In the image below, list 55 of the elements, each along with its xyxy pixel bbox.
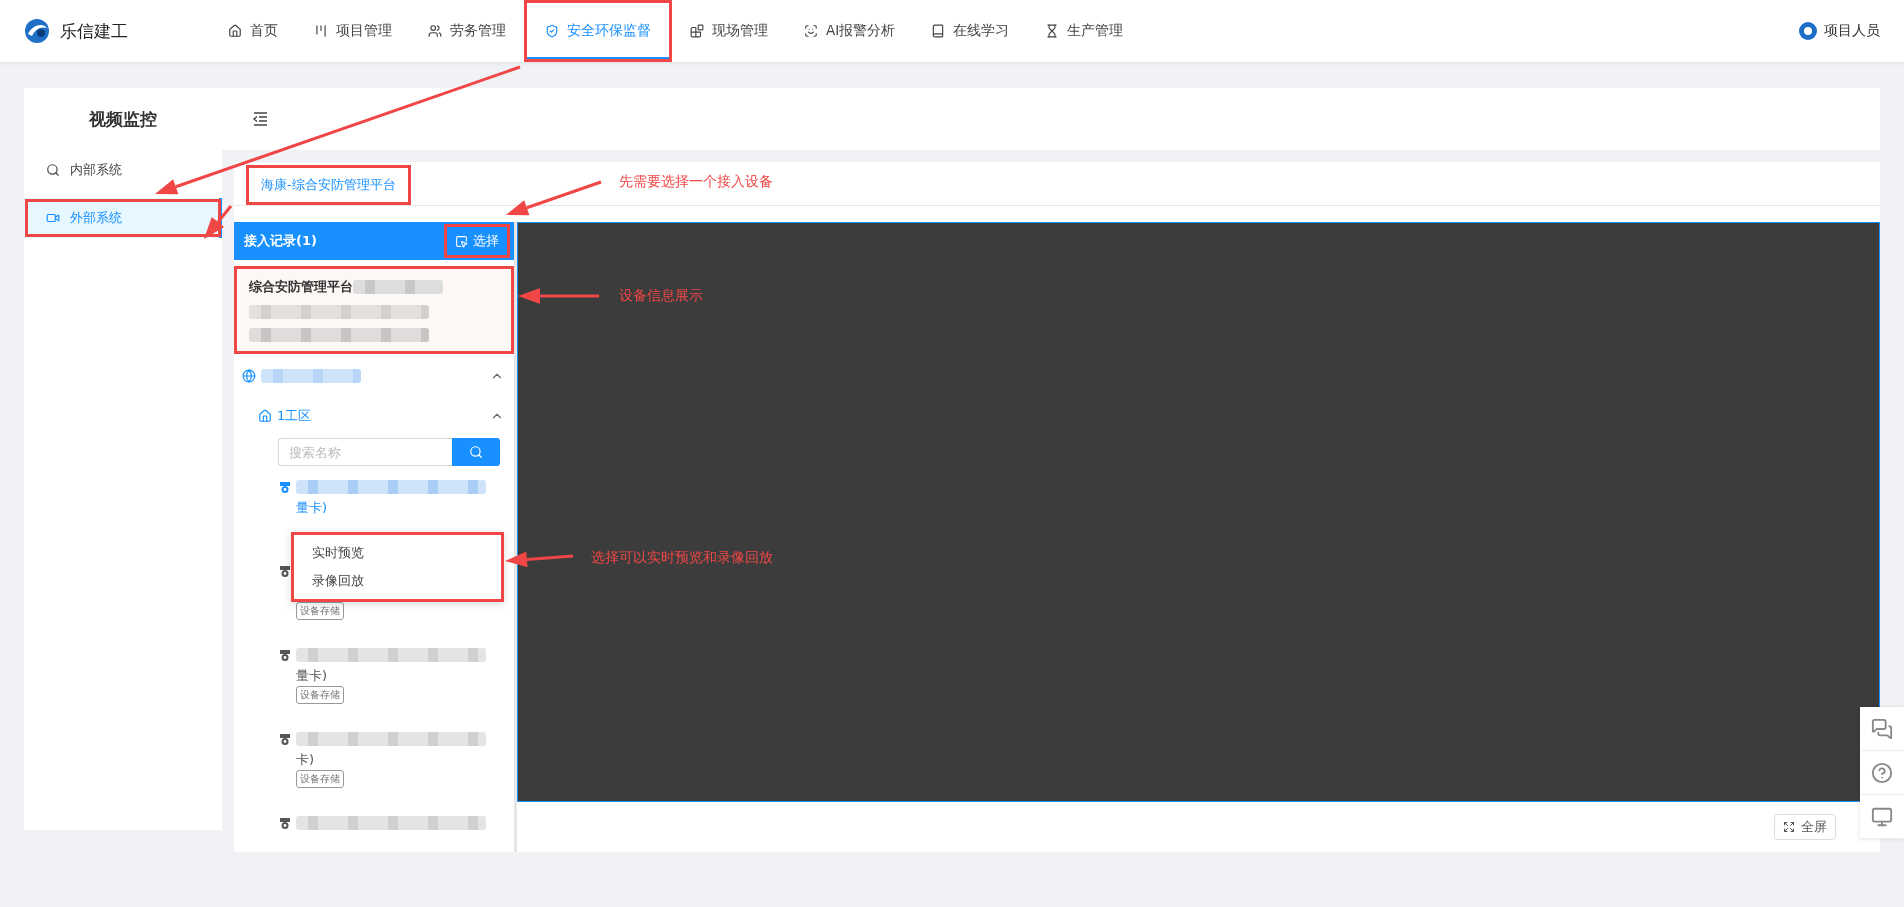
device-name: 综合安防管理平台 (249, 278, 353, 296)
menu-item[interactable]: 实时预览 (294, 539, 501, 567)
nav-icon (931, 24, 946, 38)
search-button[interactable] (452, 438, 500, 466)
monitor-button[interactable] (1860, 795, 1904, 839)
panel-title: 接入记录(1) (244, 232, 317, 250)
annotation-arrow (204, 205, 233, 239)
nav-icon (690, 24, 704, 38)
nav-tab[interactable]: 现场管理 (672, 0, 786, 62)
nav-tab[interactable]: 生产管理 (1027, 0, 1142, 62)
search-field[interactable]: 搜索名称 (278, 438, 452, 466)
nav-icon (228, 24, 242, 38)
fullscreen-button[interactable]: 全屏 (1774, 814, 1836, 840)
nav-icon (1045, 24, 1060, 38)
annotation-text: 设备信息展示 (619, 287, 703, 305)
device-name[interactable]: 量卡) (278, 666, 500, 686)
collapse-menu-icon[interactable] (252, 112, 268, 126)
search-icon (469, 445, 483, 459)
nav-tab[interactable]: 首页 (210, 0, 296, 62)
storage-tag: 设备存储 (296, 686, 344, 704)
chat-icon (1871, 717, 1893, 740)
storage-tag: 设备存储 (296, 770, 344, 788)
nav-tab[interactable]: 劳务管理 (410, 0, 524, 62)
help-button[interactable] (1860, 751, 1904, 795)
sidebar-title: 视频监控 (88, 107, 158, 131)
sidebar-item[interactable]: 内部系统 (24, 150, 222, 190)
nav-icon (314, 24, 328, 38)
device-name[interactable]: 卡) (278, 750, 500, 770)
menu-icon (46, 211, 60, 225)
logo-text: 乐信建工 (60, 19, 128, 43)
menu-item[interactable]: 录像回放 (294, 567, 501, 595)
menu-icon (46, 163, 60, 177)
nav-icon (428, 24, 442, 38)
logo-icon (24, 18, 50, 44)
annotation-text: 选择可以实时预览和录像回放 (591, 549, 773, 567)
help-icon (1871, 761, 1893, 784)
nav-tab[interactable]: AI报警分析 (786, 0, 914, 62)
expand-icon (1783, 821, 1795, 833)
annotation-text: 先需要选择一个接入设备 (619, 173, 773, 191)
nav-tab[interactable]: 在线学习 (913, 0, 1028, 62)
home-icon (258, 409, 272, 423)
avatar-icon (1798, 21, 1818, 41)
monitor-icon (1871, 805, 1893, 828)
camera-icon (278, 648, 292, 662)
nav-icon (545, 24, 559, 38)
annotation-arrow (505, 551, 574, 568)
camera-icon (278, 480, 292, 494)
user-name[interactable]: 项目人员 (1824, 22, 1880, 40)
pointer-icon (455, 234, 468, 248)
chat-button[interactable] (1860, 707, 1904, 751)
globe-icon (242, 369, 256, 383)
nav-icon (804, 24, 818, 38)
camera-icon (278, 732, 292, 746)
camera-icon (278, 816, 292, 830)
nav-tab[interactable]: 项目管理 (296, 0, 410, 62)
